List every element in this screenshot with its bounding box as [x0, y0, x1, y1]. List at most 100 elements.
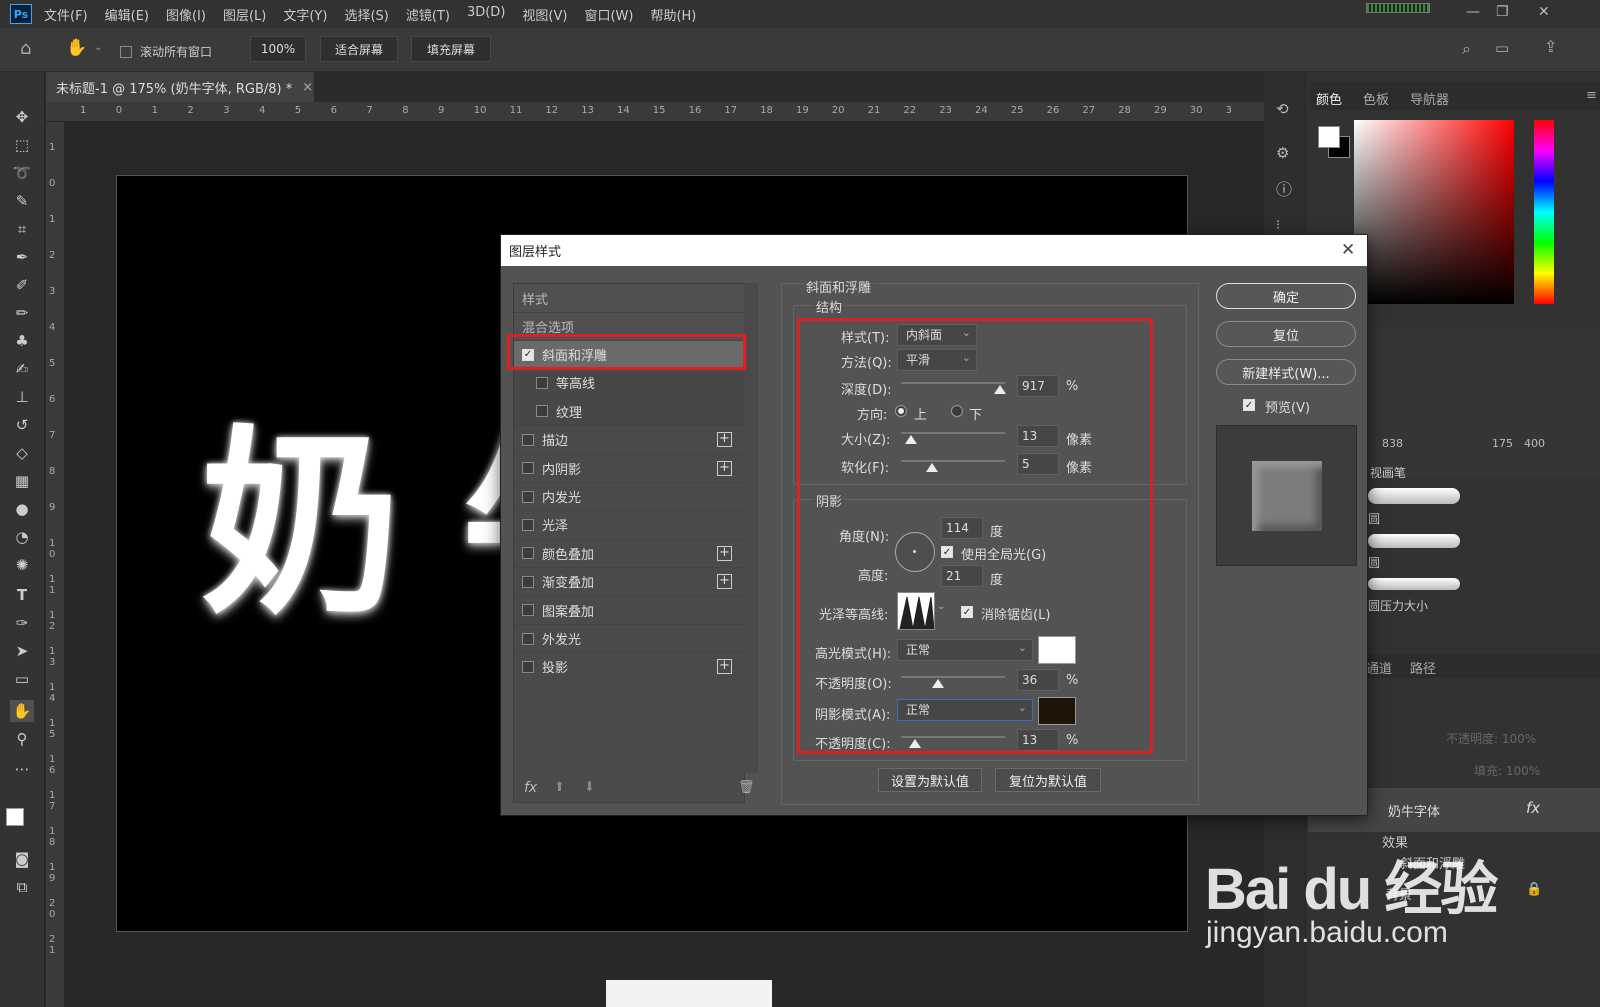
style-checkbox[interactable]	[522, 518, 534, 531]
color-picker-field[interactable]	[1354, 120, 1514, 304]
home-icon[interactable]: ⌂	[20, 38, 31, 59]
fill-field[interactable]: 填充: 100%	[1474, 762, 1540, 779]
style-checkbox[interactable]	[536, 405, 548, 418]
fx-icon[interactable]: fx	[1526, 799, 1540, 817]
adjust-icon[interactable]: ⁝	[1276, 218, 1280, 233]
foreground-color-swatch[interactable]	[6, 808, 24, 826]
style-item[interactable]: 渐变叠加 +	[514, 567, 744, 595]
tab-channels[interactable]: 通道	[1366, 658, 1392, 677]
menu-item[interactable]: 滤镜(T)	[406, 5, 450, 24]
add-icon[interactable]: +	[717, 574, 732, 590]
stamp-icon[interactable]: ⊥	[10, 386, 34, 408]
style-checkbox[interactable]	[522, 433, 534, 446]
healing-brush-icon[interactable]: ✐	[10, 274, 34, 296]
path-select-icon[interactable]: ➤	[10, 640, 34, 662]
marquee-tool-icon[interactable]: ⬚	[10, 134, 34, 156]
reset-default-button[interactable]: 复位为默认值	[995, 768, 1101, 792]
sponge-icon[interactable]: ✺	[10, 554, 34, 576]
style-item[interactable]: 等高线	[514, 368, 744, 397]
eyedropper-icon[interactable]: ✒	[10, 246, 34, 268]
brush-size-3[interactable]: 400	[1524, 437, 1545, 450]
menu-item[interactable]: 3D(D)	[467, 5, 505, 24]
move-down-icon[interactable]: ⬇	[584, 780, 595, 795]
style-item[interactable]: 外发光	[514, 624, 744, 652]
properties-icon[interactable]: ⚙	[1276, 144, 1289, 162]
close-icon[interactable]: ✕	[1538, 4, 1550, 20]
zoom-tool-icon[interactable]: ⚲	[10, 728, 34, 750]
pen-tool-icon[interactable]: ✑	[10, 612, 34, 634]
style-checkbox[interactable]	[522, 604, 534, 617]
document-tab[interactable]: 未标题-1 @ 175% (奶牛字体, RGB/8) * ×	[46, 72, 314, 102]
move-tool-icon[interactable]: ✥	[10, 106, 34, 128]
hand-tool-icon[interactable]: ✋	[66, 38, 87, 58]
more-tools-icon[interactable]: ⋯	[10, 758, 34, 780]
style-checkbox[interactable]	[522, 575, 534, 588]
add-icon[interactable]: +	[717, 545, 732, 561]
add-icon[interactable]: +	[717, 460, 732, 476]
quick-select-icon[interactable]: ✎	[10, 190, 34, 212]
brush-stroke-2[interactable]	[1368, 534, 1460, 548]
search-icon[interactable]: ⌕	[1462, 39, 1471, 59]
brush-stroke-1[interactable]	[1368, 488, 1460, 504]
crop-tool-icon[interactable]: ⌗	[10, 218, 34, 240]
tab-close-icon[interactable]: ×	[302, 80, 313, 95]
history-brush-icon[interactable]: ↺	[10, 414, 34, 436]
menu-item[interactable]: 图层(L)	[223, 5, 266, 24]
panel-menu-icon[interactable]: ≡	[1586, 88, 1597, 103]
brush-size-2[interactable]: 175	[1492, 437, 1513, 450]
trash-icon[interactable]: 🗑	[738, 780, 755, 795]
menu-item[interactable]: 帮助(H)	[650, 5, 696, 24]
pencil-icon[interactable]: ✏	[10, 302, 34, 324]
brush-stroke-3[interactable]	[1368, 578, 1460, 590]
brush-size-1[interactable]: 838	[1382, 437, 1403, 450]
style-item[interactable]: 光泽	[514, 510, 744, 538]
blur-icon[interactable]: ●	[10, 498, 34, 520]
add-icon[interactable]: +	[717, 659, 732, 675]
style-checkbox[interactable]	[522, 632, 534, 645]
ok-button[interactable]: 确定	[1216, 283, 1356, 309]
scroll-all-checkbox[interactable]	[120, 45, 132, 58]
fg-color[interactable]	[1318, 126, 1340, 148]
hand-tool-icon[interactable]: ✋	[10, 700, 34, 722]
eraser-icon[interactable]: ◇	[10, 442, 34, 464]
gradient-icon[interactable]: ▦	[10, 470, 34, 492]
reset-button[interactable]: 复位	[1216, 321, 1356, 347]
menu-item[interactable]: 图像(I)	[166, 5, 206, 24]
tab-paths[interactable]: 路径	[1410, 658, 1436, 677]
preview-checkbox[interactable]: ✓	[1243, 399, 1255, 411]
fit-screen-button[interactable]: 适合屏幕	[320, 36, 398, 62]
make-default-button[interactable]: 设置为默认值	[878, 768, 982, 792]
menu-item[interactable]: 选择(S)	[344, 5, 388, 24]
share-icon[interactable]: ⇪	[1544, 37, 1557, 56]
clone-stamp-icon[interactable]: ♣	[10, 330, 34, 352]
style-item[interactable]: 颜色叠加 +	[514, 538, 744, 567]
chevron-down-icon[interactable]: ⌄	[94, 42, 102, 53]
style-item[interactable]: 描边 +	[514, 425, 744, 453]
minimize-icon[interactable]: —	[1466, 4, 1480, 20]
tab-color[interactable]: 颜色	[1316, 89, 1342, 108]
style-item[interactable]: 图案叠加	[514, 595, 744, 624]
menu-item[interactable]: 文件(F)	[44, 5, 88, 24]
tab-swatches[interactable]: 色板	[1363, 89, 1389, 108]
workspace-icon[interactable]: ▭	[1495, 39, 1509, 57]
new-style-button[interactable]: 新建样式(W)...	[1216, 359, 1356, 385]
opacity-field[interactable]: 不透明度: 100%	[1446, 730, 1536, 747]
style-checkbox[interactable]	[522, 547, 534, 560]
style-list-scrollbar[interactable]	[744, 283, 758, 773]
style-item[interactable]: 内发光	[514, 482, 744, 510]
fx-menu-icon[interactable]: fx	[524, 780, 537, 796]
type-tool-icon[interactable]: T	[10, 584, 34, 606]
style-checkbox[interactable]	[522, 660, 534, 673]
quick-mask-icon[interactable]: ◙	[10, 848, 34, 870]
history-icon[interactable]: ⟲	[1276, 100, 1289, 118]
fill-screen-button[interactable]: 填充屏幕	[411, 36, 491, 62]
style-item[interactable]: 投影 +	[514, 652, 744, 680]
move-up-icon[interactable]: ⬆	[554, 780, 565, 795]
lasso-tool-icon[interactable]: ➰	[10, 162, 34, 184]
dialog-close-icon[interactable]: ✕	[1341, 240, 1355, 260]
style-checkbox[interactable]	[522, 462, 534, 475]
add-icon[interactable]: +	[717, 432, 732, 448]
menu-item[interactable]: 视图(V)	[522, 5, 567, 24]
menu-item[interactable]: 窗口(W)	[584, 5, 633, 24]
hue-slider[interactable]	[1534, 120, 1554, 304]
